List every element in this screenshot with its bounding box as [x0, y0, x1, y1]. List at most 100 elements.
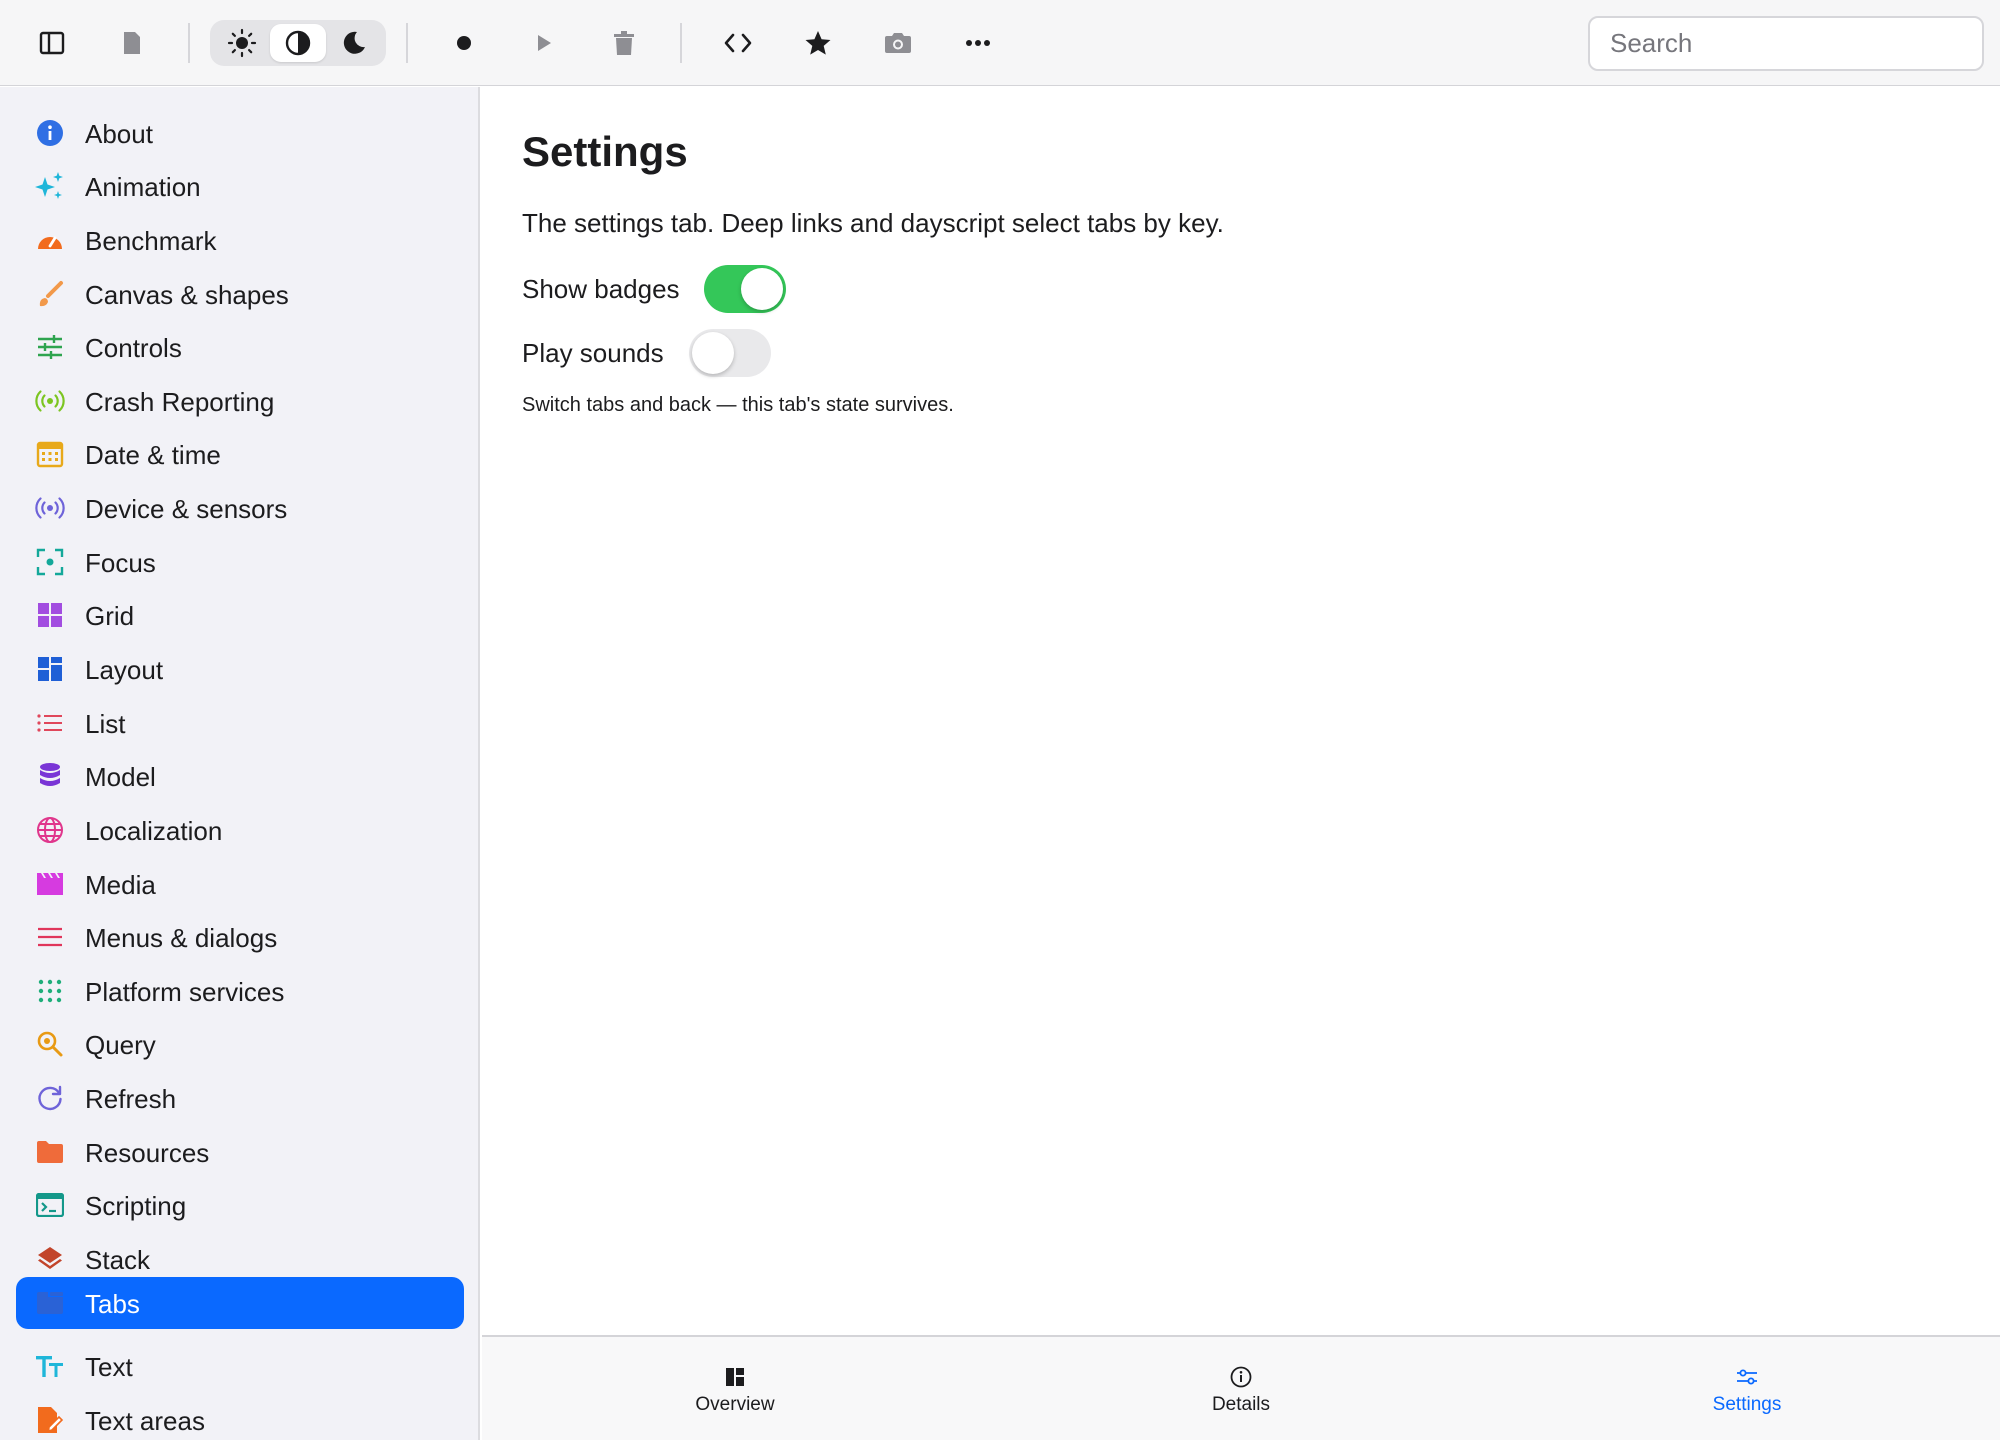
sidebar-item-label: Media — [85, 870, 156, 900]
info-icon — [35, 118, 65, 148]
contrast-icon — [285, 30, 311, 56]
overview-icon — [724, 1366, 746, 1388]
paintbrush-icon — [35, 279, 65, 309]
sidebar-item-label: Device & sensors — [85, 494, 288, 524]
delete-button[interactable] — [598, 17, 650, 69]
toggle-knob — [692, 332, 734, 374]
sidebar-item-text[interactable]: Text — [16, 1340, 464, 1392]
toolbar-divider — [680, 23, 682, 63]
bottom-tab-bar: Overview Details Settings — [482, 1335, 2000, 1440]
dots-grid-icon — [35, 976, 65, 1006]
layout-icon — [35, 654, 65, 684]
text-size-icon — [35, 1351, 65, 1381]
sidebar-item-canvas-shapes[interactable]: Canvas & shapes — [16, 268, 464, 320]
gauge-icon — [35, 225, 65, 255]
sidebar-item-label: Grid — [85, 601, 135, 631]
sidebar-toggle-icon — [39, 31, 65, 55]
toolbar — [0, 0, 2000, 86]
document-icon — [124, 32, 140, 54]
show-badges-toggle[interactable] — [704, 265, 786, 313]
sidebar-item-grid[interactable]: Grid — [16, 589, 464, 641]
sidebar-item-text-areas[interactable]: Text areas — [16, 1394, 464, 1440]
tab-overview[interactable]: Overview — [482, 1337, 988, 1440]
search-input[interactable] — [1588, 16, 1984, 71]
sidebar-item-animation[interactable]: Animation — [16, 160, 464, 212]
sidebar-item-menus-dialogs[interactable]: Menus & dialogs — [16, 911, 464, 963]
moon-icon — [343, 31, 365, 54]
sidebar-item-label: About — [85, 119, 153, 149]
sidebar-item-label: Date & time — [85, 440, 221, 470]
sidebar-item-crash-reporting[interactable]: Crash Reporting — [16, 375, 464, 427]
show-badges-label: Show badges — [522, 274, 680, 304]
clapper-icon — [35, 869, 65, 899]
code-button[interactable] — [712, 17, 764, 69]
calendar-icon — [35, 439, 65, 469]
screenshot-button[interactable] — [872, 17, 924, 69]
document-button[interactable] — [106, 17, 158, 69]
sidebar-item-label: Tabs — [85, 1289, 140, 1319]
sidebar-item-label: Platform services — [85, 977, 285, 1007]
sidebar-item-media[interactable]: Media — [16, 858, 464, 910]
tab-details[interactable]: Details — [988, 1337, 1494, 1440]
light-mode-button[interactable] — [214, 24, 270, 62]
sidebar-item-controls[interactable]: Controls — [16, 321, 464, 373]
sidebar-item-label: Scripting — [85, 1191, 187, 1221]
refresh-icon — [35, 1083, 65, 1113]
sidebar-item-benchmark[interactable]: Benchmark — [16, 214, 464, 266]
play-button[interactable] — [518, 17, 570, 69]
sidebar-item-label: Animation — [85, 172, 201, 202]
page-description: The settings tab. Deep links and dayscri… — [522, 208, 1224, 238]
toggle-knob — [741, 268, 783, 310]
trash-icon — [614, 31, 634, 55]
more-button[interactable] — [952, 17, 1004, 69]
tab-settings[interactable]: Settings — [1494, 1337, 2000, 1440]
sparkles-icon — [35, 171, 65, 201]
toolbar-divider — [188, 23, 190, 63]
play-icon — [538, 35, 551, 51]
tab-label: Details — [1211, 1394, 1271, 1415]
code-icon — [724, 33, 752, 53]
auto-mode-button[interactable] — [270, 24, 326, 62]
settings-sliders-icon — [1736, 1366, 1758, 1388]
sidebar-item-tabs[interactable]: Tabs — [16, 1277, 464, 1329]
tab-label: Overview — [695, 1394, 775, 1415]
favorite-button[interactable] — [792, 17, 844, 69]
broadcast-icon — [35, 386, 65, 416]
sidebar-item-scripting[interactable]: Scripting — [16, 1179, 464, 1231]
tabs-icon — [35, 1288, 65, 1318]
sensor-icon — [35, 493, 65, 523]
dark-mode-button[interactable] — [326, 24, 382, 62]
sidebar-item-label: Controls — [85, 333, 182, 363]
play-sounds-toggle[interactable] — [689, 329, 771, 377]
folder-icon — [35, 1137, 65, 1167]
menu-icon — [35, 922, 65, 952]
sidebar-item-about[interactable]: About — [16, 107, 464, 159]
sidebar-item-label: Menus & dialogs — [85, 923, 278, 953]
sidebar-item-date-time[interactable]: Date & time — [16, 428, 464, 480]
stack-icon — [35, 1244, 65, 1274]
sidebar-item-localization[interactable]: Localization — [16, 804, 464, 856]
sidebar-item-focus[interactable]: Focus — [16, 536, 464, 588]
sidebar-item-refresh[interactable]: Refresh — [16, 1072, 464, 1124]
sidebar-item-model[interactable]: Model — [16, 750, 464, 802]
sidebar-item-label: Text — [85, 1352, 133, 1382]
tab-label: Settings — [1712, 1394, 1782, 1415]
sidebar-item-device-sensors[interactable]: Device & sensors — [16, 482, 464, 534]
sidebar-item-label: Query — [85, 1030, 156, 1060]
sidebar-item-query[interactable]: Query — [16, 1018, 464, 1070]
sidebar-item-label: Focus — [85, 548, 156, 578]
sidebar-item-resources[interactable]: Resources — [16, 1126, 464, 1178]
grid-icon — [35, 600, 65, 630]
sidebar-toggle-button[interactable] — [26, 17, 78, 69]
sidebar-item-label: Canvas & shapes — [85, 280, 289, 310]
toolbar-divider — [406, 23, 408, 63]
more-icon — [966, 40, 990, 46]
info-circle-icon — [1230, 1366, 1252, 1388]
sidebar-item-label: Text areas — [85, 1406, 205, 1436]
sidebar-item-list[interactable]: List — [16, 697, 464, 749]
viewfinder-icon — [35, 547, 65, 577]
sidebar: About Animation Benchmark Canvas & shape… — [0, 87, 480, 1440]
sidebar-item-layout[interactable]: Layout — [16, 643, 464, 695]
sidebar-item-platform-services[interactable]: Platform services — [16, 965, 464, 1017]
record-button[interactable] — [438, 17, 490, 69]
